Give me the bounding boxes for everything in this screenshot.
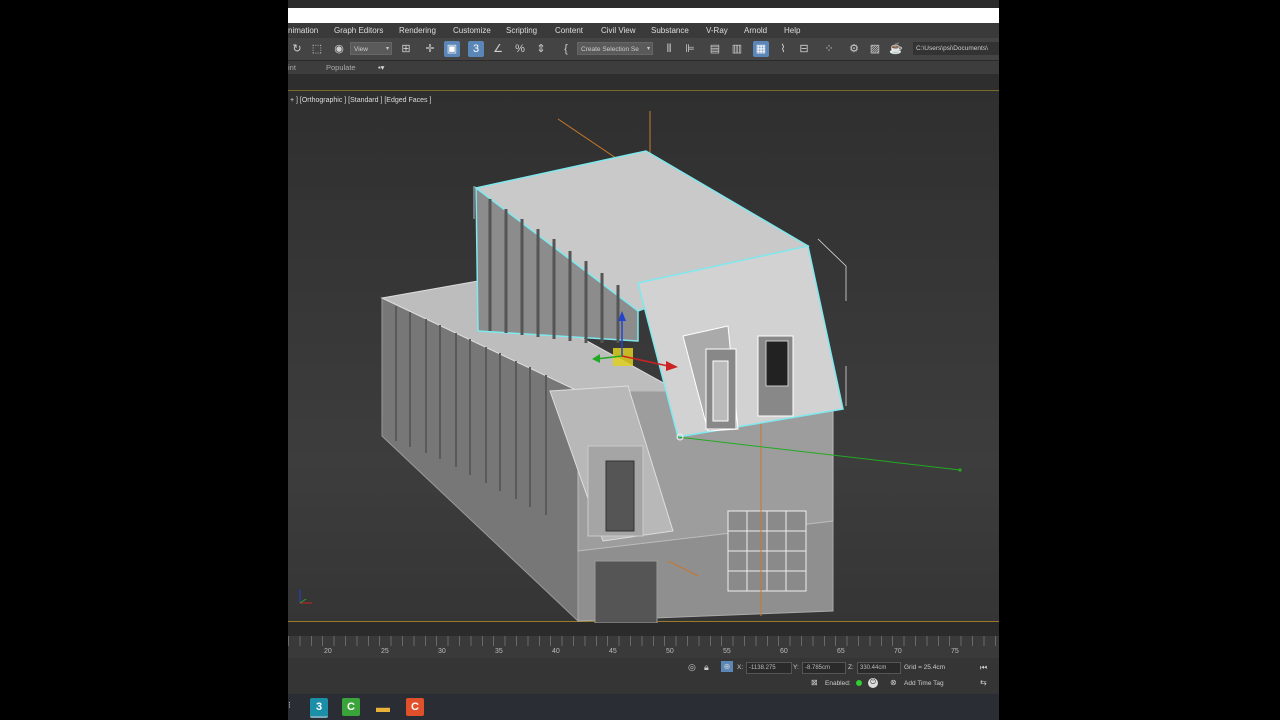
axis-endpoint bbox=[958, 468, 962, 472]
render-setup-icon[interactable]: ⚙ bbox=[846, 41, 862, 57]
tick-label: 55 bbox=[723, 648, 731, 655]
menu-graph-editors[interactable]: Graph Editors bbox=[334, 26, 383, 35]
ribbon-tab-paint[interactable]: int bbox=[288, 63, 296, 72]
time-tag-icon: ⊗ bbox=[890, 678, 897, 687]
scene-canvas[interactable] bbox=[288, 91, 999, 623]
timeline-ticks bbox=[288, 636, 999, 646]
ribbon-options-icon[interactable]: ▪▾ bbox=[378, 63, 384, 72]
grid-size-label: Grid = 25.4cm bbox=[904, 664, 946, 671]
angle-snap-icon[interactable]: ∠ bbox=[490, 41, 506, 57]
window-grid bbox=[727, 510, 807, 592]
camtasia-red-icon[interactable]: C bbox=[406, 698, 424, 716]
menu-civil-view[interactable]: Civil View bbox=[601, 26, 636, 35]
main-toolbar: ↻ ⬚ ◉ View ▾ ⊞ ✛ ▣ 3 ∠ % ⇕ { Create Selec… bbox=[288, 38, 999, 61]
max-window: nimation Graph Editors Rendering Customi… bbox=[288, 0, 999, 720]
upper-dormer-right-window bbox=[765, 340, 789, 387]
tick-label: 25 bbox=[381, 648, 389, 655]
select-manipulate-icon[interactable]: ▣ bbox=[444, 41, 460, 57]
render-icon[interactable]: ☕ bbox=[888, 41, 904, 57]
tick-label: 75 bbox=[951, 648, 959, 655]
menu-bar: nimation Graph Editors Rendering Customi… bbox=[288, 23, 999, 38]
isolate-icon[interactable]: ◎ bbox=[688, 662, 696, 673]
y-label: Y: bbox=[793, 664, 799, 671]
absolute-mode-icon[interactable]: ⊕ bbox=[721, 661, 733, 672]
world-axis-tripod bbox=[299, 589, 312, 604]
chevron-down-icon: ▾ bbox=[385, 46, 389, 52]
y-coordinate-field[interactable]: -8.785cm bbox=[802, 662, 846, 674]
tick-label: 45 bbox=[609, 648, 617, 655]
menu-customize[interactable]: Customize bbox=[453, 26, 491, 35]
tick-label: 20 bbox=[324, 648, 332, 655]
ground-opening bbox=[594, 560, 658, 623]
timeline-ruler[interactable]: 20 25 30 35 40 45 50 55 60 65 70 75 bbox=[288, 636, 999, 658]
z-label: Z: bbox=[848, 664, 854, 671]
x-coordinate-field[interactable]: -1138.275 bbox=[746, 662, 792, 674]
redo-icon[interactable]: ↻ bbox=[289, 41, 305, 57]
file-explorer-icon[interactable]: ▬ bbox=[374, 698, 392, 716]
select-by-name-icon[interactable]: ⊞ bbox=[398, 41, 414, 57]
enabled-indicator bbox=[856, 680, 862, 686]
upper-dormer-left-window bbox=[712, 360, 729, 422]
add-time-tag-button[interactable]: Add Time Tag bbox=[904, 680, 944, 687]
taskbar-overflow-icon[interactable]: ⁝ bbox=[288, 700, 291, 711]
menu-arnold[interactable]: Arnold bbox=[744, 26, 767, 35]
adaptive-degradation-icon[interactable]: ⊠ bbox=[811, 678, 818, 687]
tick-label: 40 bbox=[552, 648, 560, 655]
project-path-field[interactable]: C:\Users\psi\Documents\ bbox=[913, 42, 999, 55]
mirror-icon[interactable]: ⫴ bbox=[661, 41, 677, 57]
ribbon-tab-populate[interactable]: Populate bbox=[326, 63, 356, 72]
tick-label: 50 bbox=[666, 648, 674, 655]
layer-explorer-icon[interactable]: ▤ bbox=[707, 41, 723, 57]
chevron-down-icon: ▾ bbox=[646, 46, 650, 52]
edit-named-selection-icon[interactable]: { bbox=[558, 41, 574, 57]
menu-rendering[interactable]: Rendering bbox=[399, 26, 436, 35]
select-object-icon[interactable]: ◉ bbox=[331, 41, 347, 57]
menu-help[interactable]: Help bbox=[784, 26, 800, 35]
rendered-frame-icon[interactable]: ▨ bbox=[867, 41, 883, 57]
tick-label: 60 bbox=[780, 648, 788, 655]
selection-set-label: Create Selection Se bbox=[581, 46, 639, 53]
move-icon[interactable]: ✛ bbox=[422, 41, 438, 57]
spinner-snap-icon[interactable]: ⇕ bbox=[533, 41, 549, 57]
menu-animation[interactable]: nimation bbox=[288, 26, 318, 35]
3ds-max-icon[interactable]: 3 bbox=[310, 698, 328, 718]
lower-dormer-window bbox=[605, 460, 635, 532]
material-editor-icon[interactable]: ⁘ bbox=[821, 41, 837, 57]
title-bar bbox=[288, 8, 999, 23]
select-region-icon[interactable]: ⬚ bbox=[309, 41, 325, 57]
x-label: X: bbox=[737, 664, 744, 671]
windows-taskbar: ⁝ 3 C ▬ C bbox=[288, 694, 999, 720]
selection-set-dropdown[interactable]: Create Selection Se ▾ bbox=[577, 42, 653, 55]
ribbon-panel-collapsed bbox=[288, 74, 999, 90]
schematic-view-icon[interactable]: ⊟ bbox=[796, 41, 812, 57]
orthographic-viewport[interactable]: + ] [Orthographic ] [Standard ] [Edged F… bbox=[288, 90, 999, 623]
key-mode-icon[interactable]: ⇆ bbox=[980, 678, 987, 687]
tick-label: 65 bbox=[837, 648, 845, 655]
camtasia-green-icon[interactable]: C bbox=[342, 698, 360, 716]
align-icon[interactable]: ⊫ bbox=[682, 41, 698, 57]
reference-coordinate-dropdown[interactable]: View ▾ bbox=[350, 42, 392, 55]
menu-substance[interactable]: Substance bbox=[651, 26, 689, 35]
menu-content[interactable]: Content bbox=[555, 26, 583, 35]
curve-editor-icon[interactable]: ⌇ bbox=[775, 41, 791, 57]
snap-3d-icon[interactable]: 3 bbox=[468, 41, 484, 57]
toggle-ribbon-icon[interactable]: ▦ bbox=[753, 41, 769, 57]
z-coordinate-field[interactable]: 330.44cm bbox=[857, 662, 901, 674]
tick-label: 70 bbox=[894, 648, 902, 655]
time-tag-toggle-icon[interactable]: ⏻ bbox=[868, 678, 878, 688]
view-dropdown-label: View bbox=[354, 46, 368, 53]
percent-snap-icon[interactable]: % bbox=[512, 41, 528, 57]
tick-label: 30 bbox=[438, 648, 446, 655]
status-bar: ◎ 🔒︎ ⊕ X: -1138.275 Y: -8.785cm Z: 330.4… bbox=[288, 658, 999, 694]
scene-explorer-icon[interactable]: ▥ bbox=[729, 41, 745, 57]
menu-vray[interactable]: V-Ray bbox=[706, 26, 728, 35]
lock-icon[interactable]: 🔒︎ bbox=[704, 662, 709, 673]
ribbon-tabs: int Populate ▪▾ bbox=[288, 61, 999, 74]
tick-label: 35 bbox=[495, 648, 503, 655]
go-to-start-icon[interactable]: ⏮ bbox=[980, 663, 987, 673]
enabled-label: Enabled: bbox=[825, 680, 851, 687]
menu-scripting[interactable]: Scripting bbox=[506, 26, 537, 35]
